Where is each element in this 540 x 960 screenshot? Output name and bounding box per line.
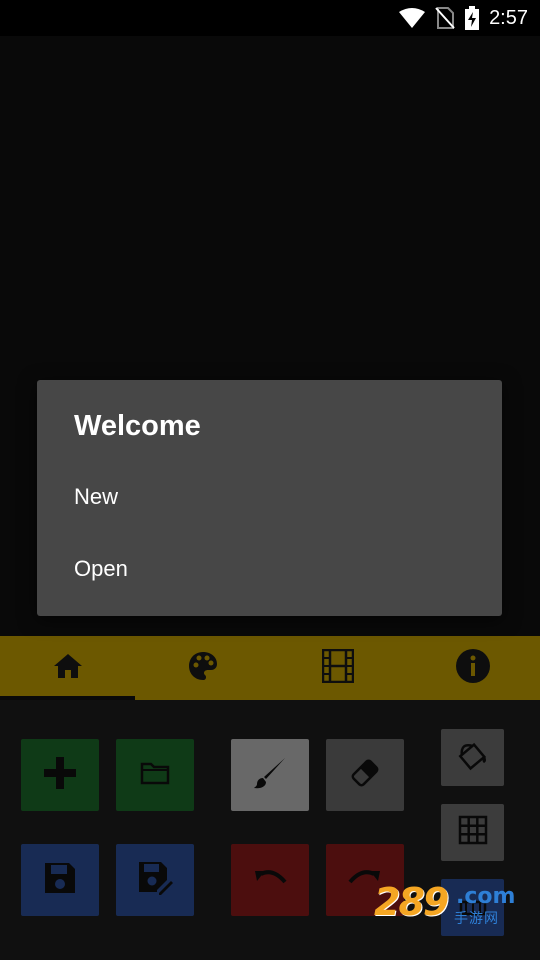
watermark-suffix: .com bbox=[456, 884, 516, 909]
wifi-icon bbox=[399, 8, 426, 28]
status-icons: 2:57 bbox=[399, 0, 528, 36]
battery-charging-icon bbox=[465, 6, 480, 30]
status-bar: 2:57 bbox=[0, 0, 540, 36]
dialog-new-option[interactable]: New bbox=[74, 484, 118, 510]
no-sim-icon bbox=[435, 7, 455, 29]
watermark-number: 289 bbox=[374, 880, 449, 924]
dialog-title: Welcome bbox=[74, 410, 201, 442]
watermark-logo: 289 .com 手游网 bbox=[374, 880, 524, 928]
status-time: 2:57 bbox=[489, 6, 528, 29]
welcome-dialog: Welcome New Open bbox=[37, 380, 502, 616]
dialog-open-option[interactable]: Open bbox=[74, 556, 128, 582]
watermark-chinese: 手游网 bbox=[454, 911, 499, 927]
